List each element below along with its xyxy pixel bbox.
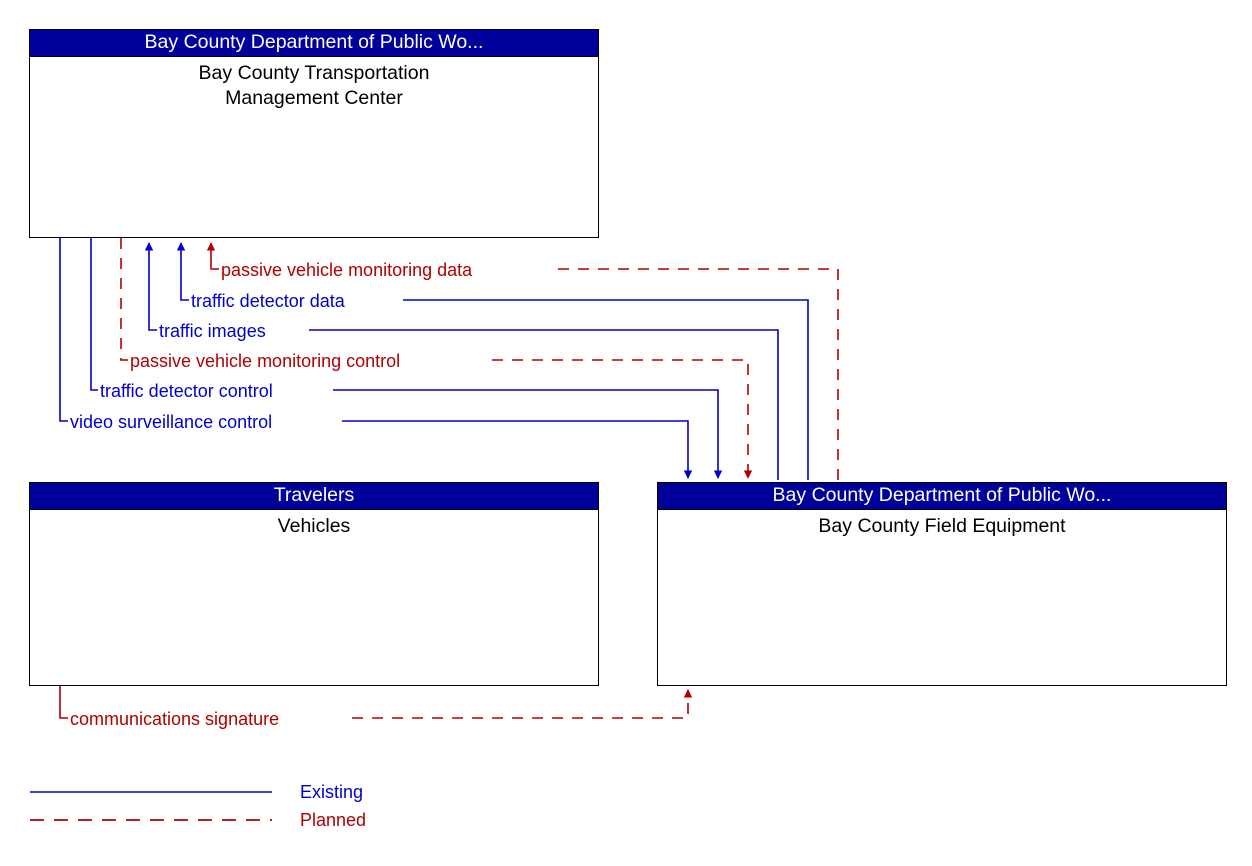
entity-stakeholder-vehicles: Travelers [30,483,598,510]
flow-label-passive-vehicle-monitoring-control[interactable]: passive vehicle monitoring control [128,352,403,370]
entity-name-vehicles: Vehicles [277,515,351,537]
entity-box-field[interactable]: Bay County Department of Public Wo... Ba… [657,482,1227,686]
entity-name-field: Bay County Field Equipment [818,515,1066,537]
entity-stakeholder-tmc: Bay County Department of Public Wo... [30,30,598,57]
flow-label-traffic-images[interactable]: traffic images [157,322,268,340]
legend-planned-label: Planned [300,810,367,830]
flow-label-passive-vehicle-monitoring-data[interactable]: passive vehicle monitoring data [219,261,475,279]
entity-box-tmc[interactable]: Bay County Department of Public Wo... Ba… [29,29,599,238]
entity-name-tmc: Bay County Transportation Management Cen… [198,62,430,109]
flow-label-traffic-detector-data[interactable]: traffic detector data [189,292,347,310]
entity-box-vehicles[interactable]: Travelers Vehicles [29,482,599,686]
legend-existing-label: Existing [300,782,364,802]
flow-label-video-surveillance-control[interactable]: video surveillance control [68,413,275,431]
flow-label-traffic-detector-control[interactable]: traffic detector control [98,382,275,400]
flow-label-communications-signature[interactable]: communications signature [68,710,282,728]
entity-stakeholder-field: Bay County Department of Public Wo... [658,483,1226,510]
